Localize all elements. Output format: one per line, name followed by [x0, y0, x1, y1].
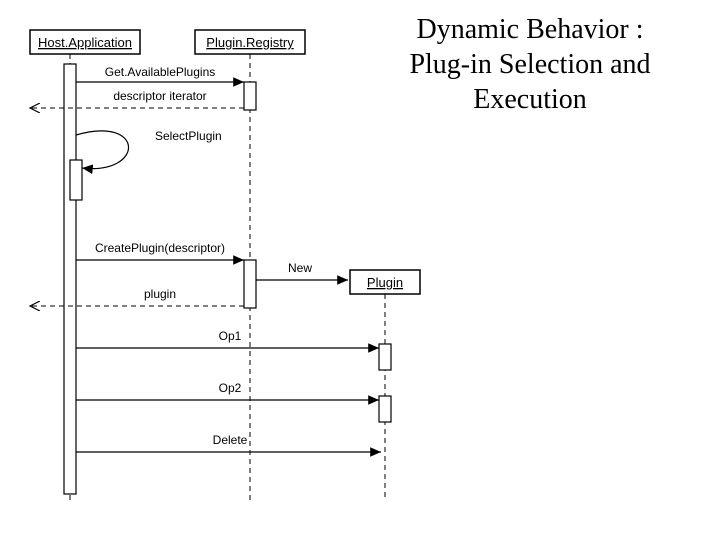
lifeline-host: Host.Application	[30, 30, 140, 54]
msg-op1: Op1	[219, 329, 242, 343]
arrow-select-plugin	[76, 131, 129, 169]
activation-plugin-op2	[379, 396, 391, 422]
lifeline-registry: Plugin.Registry	[195, 30, 305, 54]
lifeline-plugin: Plugin	[350, 270, 420, 294]
msg-create-plugin: CreatePlugin(descriptor)	[95, 241, 225, 255]
msg-new: New	[288, 261, 312, 275]
activation-host-self	[70, 160, 82, 200]
activation-registry-2	[244, 260, 256, 308]
msg-select-plugin: SelectPlugin	[155, 129, 222, 143]
activation-host	[64, 64, 76, 494]
activation-registry-1	[244, 82, 256, 110]
activation-plugin-op1	[379, 344, 391, 370]
msg-get-available: Get.AvailablePlugins	[105, 65, 216, 79]
lifeline-plugin-label: Plugin	[367, 275, 403, 290]
msg-delete: Delete	[213, 433, 248, 447]
lifeline-host-label: Host.Application	[38, 35, 132, 50]
msg-descriptor-iterator: descriptor iterator	[113, 89, 206, 103]
lifeline-registry-label: Plugin.Registry	[206, 35, 294, 50]
msg-plugin-return: plugin	[144, 287, 176, 301]
msg-op2: Op2	[219, 381, 242, 395]
sequence-diagram: Host.Application Plugin.Registry Plugin …	[0, 0, 720, 540]
